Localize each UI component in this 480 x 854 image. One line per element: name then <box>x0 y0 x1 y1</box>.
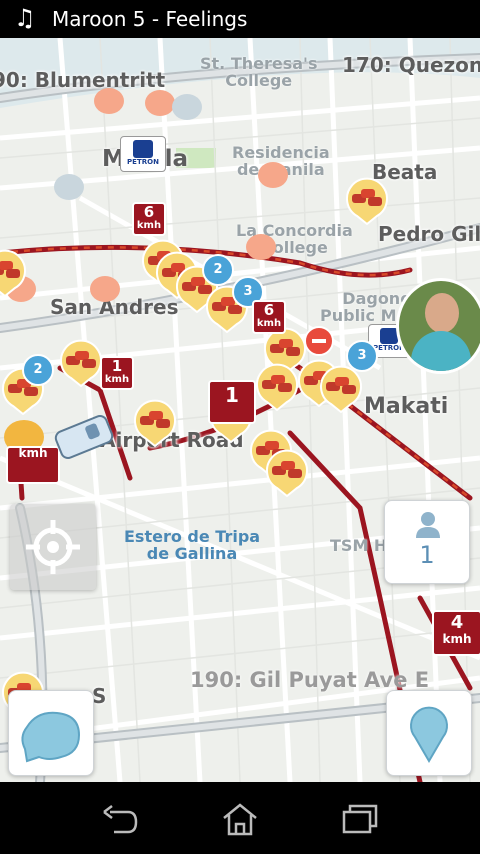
music-note-icon: ♫ <box>14 4 36 32</box>
waze-menu-icon <box>21 711 81 763</box>
friends-count: 1 <box>419 541 435 569</box>
road-closed-icon[interactable] <box>304 326 334 356</box>
friends-on-map-button[interactable]: 1 <box>384 500 470 584</box>
traffic-jam-icon <box>346 177 388 225</box>
friend-avatar[interactable] <box>396 278 480 374</box>
crosshair-icon <box>26 520 80 574</box>
system-nav-bar <box>0 782 480 854</box>
speed-sign[interactable]: kmh <box>6 446 60 484</box>
traffic-jam-icon <box>320 365 362 413</box>
menu-button[interactable] <box>8 690 94 776</box>
cluster-count-badge[interactable]: 3 <box>346 340 378 372</box>
recent-apps-icon[interactable] <box>340 802 380 836</box>
speed-sign[interactable]: 6 kmh <box>132 202 166 236</box>
traffic-jam-icon <box>256 363 298 411</box>
report-button[interactable] <box>386 690 472 776</box>
traffic-jam-icon <box>60 339 102 387</box>
now-playing-title: Maroon 5 - Feelings <box>52 7 248 31</box>
speed-sign[interactable]: 1 kmh <box>100 356 134 390</box>
status-bar: ♫ Maroon 5 - Feelings <box>0 0 480 38</box>
person-icon <box>416 512 440 538</box>
traffic-jam-icon <box>0 249 27 297</box>
speed-sign[interactable]: 6 kmh <box>252 300 286 334</box>
recenter-button[interactable] <box>10 504 96 590</box>
back-icon[interactable] <box>100 802 140 836</box>
cluster-count-badge[interactable]: 2 <box>22 354 54 386</box>
traffic-jam-icon <box>134 399 176 447</box>
speed-sign[interactable]: 1 <box>208 380 256 424</box>
home-icon[interactable] <box>220 802 260 836</box>
map-view[interactable]: 90: Blumentritt St. Theresa's College 17… <box>0 38 480 782</box>
traffic-jam-icon <box>266 449 308 497</box>
cluster-count-badge[interactable]: 2 <box>202 254 234 286</box>
speed-sign[interactable]: 4 kmh <box>432 610 480 656</box>
report-pin-icon <box>410 706 448 763</box>
